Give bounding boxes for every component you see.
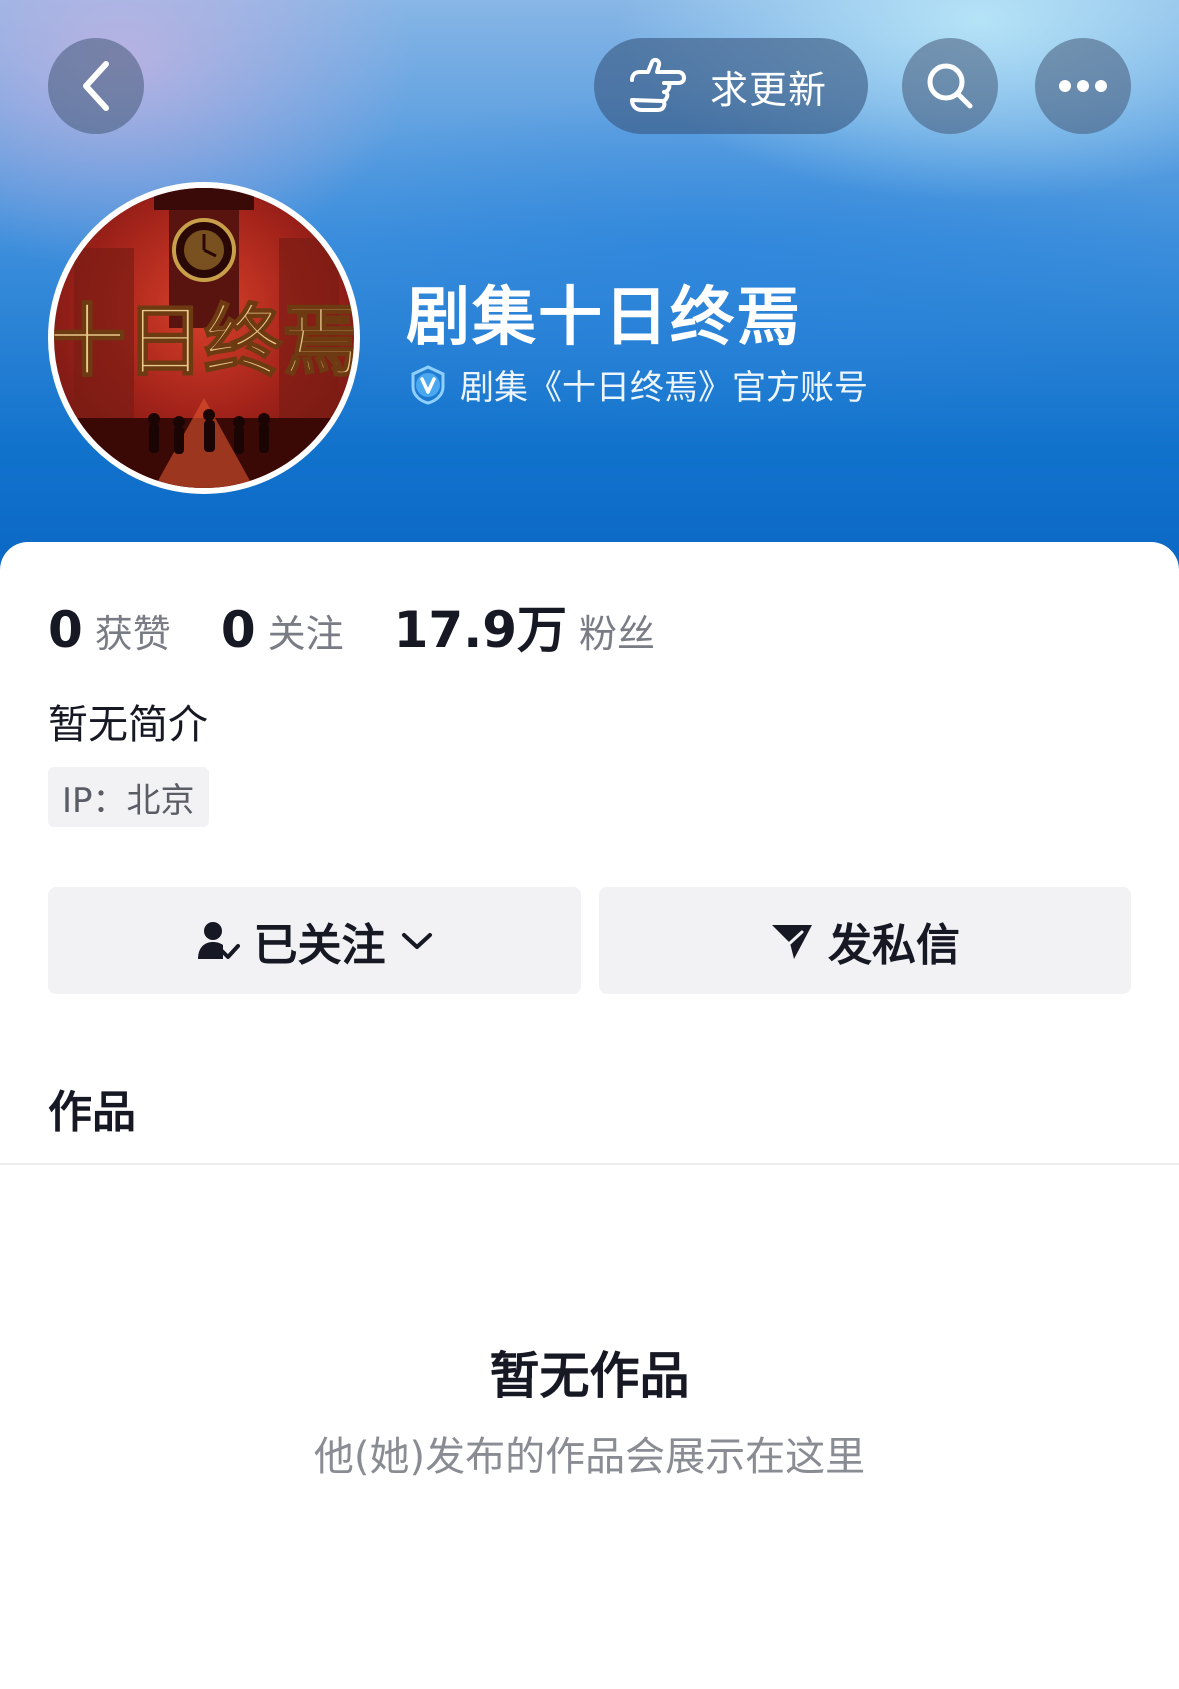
send-message-label: 发私信	[828, 919, 960, 971]
ip-location-tag: IP：北京	[48, 767, 209, 827]
user-check-icon	[197, 921, 240, 959]
stat-followers-label: 粉丝	[579, 612, 656, 656]
avatar-poster-image: 十日终焉	[54, 188, 354, 488]
stat-followers-value: 17.9万	[393, 601, 567, 659]
followed-button[interactable]: 已关注	[48, 887, 581, 994]
stat-following-value: 0	[220, 601, 256, 659]
chevron-down-icon	[401, 932, 432, 949]
stat-following-label: 关注	[267, 612, 344, 656]
avatar-title-text: 十日终焉	[54, 296, 354, 387]
stat-likes[interactable]: 0 获赞	[48, 601, 171, 659]
send-plane-icon	[772, 924, 812, 959]
stats-row: 0 获赞 0 关注 17.9万 粉丝	[48, 590, 705, 662]
followed-label: 已关注	[253, 919, 386, 971]
verified-badge-icon	[411, 364, 445, 405]
chevron-left-icon	[83, 61, 109, 111]
back-button[interactable]	[48, 38, 144, 134]
more-dots-icon	[1059, 80, 1107, 92]
section-divider	[0, 1163, 1179, 1165]
send-message-button[interactable]: 发私信	[599, 887, 1131, 994]
request-update-button[interactable]: 求更新	[594, 38, 868, 134]
stat-followers[interactable]: 17.9万 粉丝	[394, 590, 655, 662]
verification-row: 剧集《十日终焉》官方账号	[408, 360, 868, 409]
avatar[interactable]: 十日终焉	[48, 182, 360, 494]
search-icon	[927, 63, 973, 109]
profile-name: 剧集十日终焉	[406, 281, 802, 355]
pointing-hand-icon	[630, 58, 686, 112]
works-section-title[interactable]: 作品	[48, 1076, 136, 1140]
stat-likes-value: 0	[48, 601, 83, 659]
verification-text: 剧集《十日终焉》官方账号	[460, 368, 868, 408]
empty-works-title: 暂无作品	[489, 1347, 690, 1405]
stat-following[interactable]: 0 关注	[221, 601, 344, 659]
request-update-label: 求更新	[710, 67, 828, 112]
more-options-button[interactable]	[1035, 38, 1131, 134]
bio-text: 暂无简介	[48, 702, 208, 748]
empty-works-subtitle: 他(她)发布的作品会展示在这里	[313, 1434, 866, 1480]
search-button[interactable]	[902, 38, 998, 134]
stat-likes-label: 获赞	[94, 612, 171, 656]
